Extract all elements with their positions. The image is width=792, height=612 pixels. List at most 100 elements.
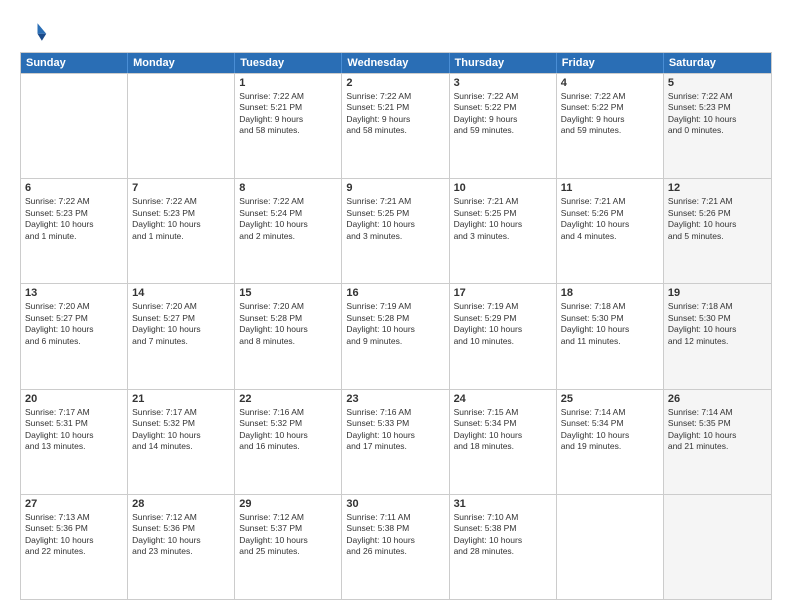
- day-cell-2: 2 Sunrise: 7:22 AM Sunset: 5:21 PM Daylig…: [342, 74, 449, 178]
- cell-info: Sunrise: 7:22 AM Sunset: 5:23 PM Dayligh…: [132, 196, 230, 242]
- day-cell-9: 9 Sunrise: 7:21 AM Sunset: 5:25 PM Daylig…: [342, 179, 449, 283]
- day-number: 30: [346, 498, 444, 510]
- cell-info: Sunrise: 7:13 AM Sunset: 5:36 PM Dayligh…: [25, 512, 123, 558]
- header-day-monday: Monday: [128, 53, 235, 73]
- cell-info: Sunrise: 7:12 AM Sunset: 5:37 PM Dayligh…: [239, 512, 337, 558]
- day-number: 25: [561, 393, 659, 405]
- day-cell-26: 26 Sunrise: 7:14 AM Sunset: 5:35 PM Dayli…: [664, 390, 771, 494]
- cell-info: Sunrise: 7:16 AM Sunset: 5:33 PM Dayligh…: [346, 407, 444, 453]
- cell-info: Sunrise: 7:14 AM Sunset: 5:35 PM Dayligh…: [668, 407, 767, 453]
- cell-info: Sunrise: 7:15 AM Sunset: 5:34 PM Dayligh…: [454, 407, 552, 453]
- cell-info: Sunrise: 7:11 AM Sunset: 5:38 PM Dayligh…: [346, 512, 444, 558]
- day-number: 19: [668, 287, 767, 299]
- header: [20, 18, 772, 46]
- empty-cell-0-1: [128, 74, 235, 178]
- cell-info: Sunrise: 7:19 AM Sunset: 5:29 PM Dayligh…: [454, 301, 552, 347]
- day-number: 29: [239, 498, 337, 510]
- day-number: 28: [132, 498, 230, 510]
- calendar-header: SundayMondayTuesdayWednesdayThursdayFrid…: [21, 53, 771, 73]
- day-number: 20: [25, 393, 123, 405]
- day-cell-25: 25 Sunrise: 7:14 AM Sunset: 5:34 PM Dayli…: [557, 390, 664, 494]
- day-number: 12: [668, 182, 767, 194]
- day-number: 3: [454, 77, 552, 89]
- empty-cell-4-5: [557, 495, 664, 599]
- cell-info: Sunrise: 7:22 AM Sunset: 5:23 PM Dayligh…: [668, 91, 767, 137]
- cell-info: Sunrise: 7:22 AM Sunset: 5:22 PM Dayligh…: [561, 91, 659, 137]
- cell-info: Sunrise: 7:22 AM Sunset: 5:21 PM Dayligh…: [239, 91, 337, 137]
- cell-info: Sunrise: 7:17 AM Sunset: 5:32 PM Dayligh…: [132, 407, 230, 453]
- week-row-4: 20Sunrise: 7:17 AM Sunset: 5:31 PM Dayli…: [21, 389, 771, 494]
- cell-info: Sunrise: 7:21 AM Sunset: 5:25 PM Dayligh…: [454, 196, 552, 242]
- cell-info: Sunrise: 7:22 AM Sunset: 5:22 PM Dayligh…: [454, 91, 552, 137]
- header-day-friday: Friday: [557, 53, 664, 73]
- header-day-sunday: Sunday: [21, 53, 128, 73]
- day-cell-18: 18Sunrise: 7:18 AM Sunset: 5:30 PM Dayli…: [557, 284, 664, 388]
- day-number: 7: [132, 182, 230, 194]
- day-cell-30: 30 Sunrise: 7:11 AM Sunset: 5:38 PM Dayli…: [342, 495, 449, 599]
- day-number: 6: [25, 182, 123, 194]
- day-number: 10: [454, 182, 552, 194]
- day-number: 16: [346, 287, 444, 299]
- day-number: 5: [668, 77, 767, 89]
- day-cell-17: 17 Sunrise: 7:19 AM Sunset: 5:29 PM Dayli…: [450, 284, 557, 388]
- header-day-thursday: Thursday: [450, 53, 557, 73]
- day-number: 23: [346, 393, 444, 405]
- week-row-3: 13 Sunrise: 7:20 AM Sunset: 5:27 PM Dayli…: [21, 283, 771, 388]
- day-number: 21: [132, 393, 230, 405]
- day-number: 9: [346, 182, 444, 194]
- week-row-1: 1 Sunrise: 7:22 AM Sunset: 5:21 PM Daylig…: [21, 73, 771, 178]
- day-cell-7: 7 Sunrise: 7:22 AM Sunset: 5:23 PM Daylig…: [128, 179, 235, 283]
- logo-icon: [20, 18, 48, 46]
- cell-info: Sunrise: 7:22 AM Sunset: 5:21 PM Dayligh…: [346, 91, 444, 137]
- day-cell-4: 4 Sunrise: 7:22 AM Sunset: 5:22 PM Daylig…: [557, 74, 664, 178]
- day-number: 17: [454, 287, 552, 299]
- day-cell-28: 28Sunrise: 7:12 AM Sunset: 5:36 PM Dayli…: [128, 495, 235, 599]
- day-number: 13: [25, 287, 123, 299]
- cell-info: Sunrise: 7:22 AM Sunset: 5:24 PM Dayligh…: [239, 196, 337, 242]
- cell-info: Sunrise: 7:20 AM Sunset: 5:27 PM Dayligh…: [132, 301, 230, 347]
- cell-info: Sunrise: 7:22 AM Sunset: 5:23 PM Dayligh…: [25, 196, 123, 242]
- cell-info: Sunrise: 7:10 AM Sunset: 5:38 PM Dayligh…: [454, 512, 552, 558]
- day-number: 26: [668, 393, 767, 405]
- day-number: 14: [132, 287, 230, 299]
- logo: [20, 18, 52, 46]
- cell-info: Sunrise: 7:18 AM Sunset: 5:30 PM Dayligh…: [561, 301, 659, 347]
- day-cell-19: 19 Sunrise: 7:18 AM Sunset: 5:30 PM Dayli…: [664, 284, 771, 388]
- day-number: 1: [239, 77, 337, 89]
- cell-info: Sunrise: 7:18 AM Sunset: 5:30 PM Dayligh…: [668, 301, 767, 347]
- cell-info: Sunrise: 7:14 AM Sunset: 5:34 PM Dayligh…: [561, 407, 659, 453]
- day-cell-24: 24Sunrise: 7:15 AM Sunset: 5:34 PM Dayli…: [450, 390, 557, 494]
- week-row-2: 6 Sunrise: 7:22 AM Sunset: 5:23 PM Daylig…: [21, 178, 771, 283]
- day-number: 2: [346, 77, 444, 89]
- day-cell-8: 8 Sunrise: 7:22 AM Sunset: 5:24 PM Daylig…: [235, 179, 342, 283]
- cell-info: Sunrise: 7:16 AM Sunset: 5:32 PM Dayligh…: [239, 407, 337, 453]
- empty-cell-0-0: [21, 74, 128, 178]
- day-cell-16: 16 Sunrise: 7:19 AM Sunset: 5:28 PM Dayli…: [342, 284, 449, 388]
- cell-info: Sunrise: 7:20 AM Sunset: 5:28 PM Dayligh…: [239, 301, 337, 347]
- page: SundayMondayTuesdayWednesdayThursdayFrid…: [0, 0, 792, 612]
- day-number: 27: [25, 498, 123, 510]
- calendar: SundayMondayTuesdayWednesdayThursdayFrid…: [20, 52, 772, 600]
- calendar-body: 1 Sunrise: 7:22 AM Sunset: 5:21 PM Daylig…: [21, 73, 771, 599]
- day-cell-22: 22 Sunrise: 7:16 AM Sunset: 5:32 PM Dayli…: [235, 390, 342, 494]
- day-cell-3: 3 Sunrise: 7:22 AM Sunset: 5:22 PM Daylig…: [450, 74, 557, 178]
- day-cell-1: 1 Sunrise: 7:22 AM Sunset: 5:21 PM Daylig…: [235, 74, 342, 178]
- empty-cell-4-6: [664, 495, 771, 599]
- day-cell-27: 27 Sunrise: 7:13 AM Sunset: 5:36 PM Dayli…: [21, 495, 128, 599]
- cell-info: Sunrise: 7:21 AM Sunset: 5:26 PM Dayligh…: [668, 196, 767, 242]
- day-number: 4: [561, 77, 659, 89]
- day-number: 22: [239, 393, 337, 405]
- cell-info: Sunrise: 7:19 AM Sunset: 5:28 PM Dayligh…: [346, 301, 444, 347]
- day-number: 8: [239, 182, 337, 194]
- day-number: 31: [454, 498, 552, 510]
- day-number: 11: [561, 182, 659, 194]
- week-row-5: 27 Sunrise: 7:13 AM Sunset: 5:36 PM Dayli…: [21, 494, 771, 599]
- cell-info: Sunrise: 7:21 AM Sunset: 5:25 PM Dayligh…: [346, 196, 444, 242]
- day-cell-5: 5 Sunrise: 7:22 AM Sunset: 5:23 PM Daylig…: [664, 74, 771, 178]
- day-cell-21: 21 Sunrise: 7:17 AM Sunset: 5:32 PM Dayli…: [128, 390, 235, 494]
- day-cell-12: 12 Sunrise: 7:21 AM Sunset: 5:26 PM Dayli…: [664, 179, 771, 283]
- header-day-wednesday: Wednesday: [342, 53, 449, 73]
- cell-info: Sunrise: 7:21 AM Sunset: 5:26 PM Dayligh…: [561, 196, 659, 242]
- day-cell-15: 15Sunrise: 7:20 AM Sunset: 5:28 PM Dayli…: [235, 284, 342, 388]
- day-cell-14: 14 Sunrise: 7:20 AM Sunset: 5:27 PM Dayli…: [128, 284, 235, 388]
